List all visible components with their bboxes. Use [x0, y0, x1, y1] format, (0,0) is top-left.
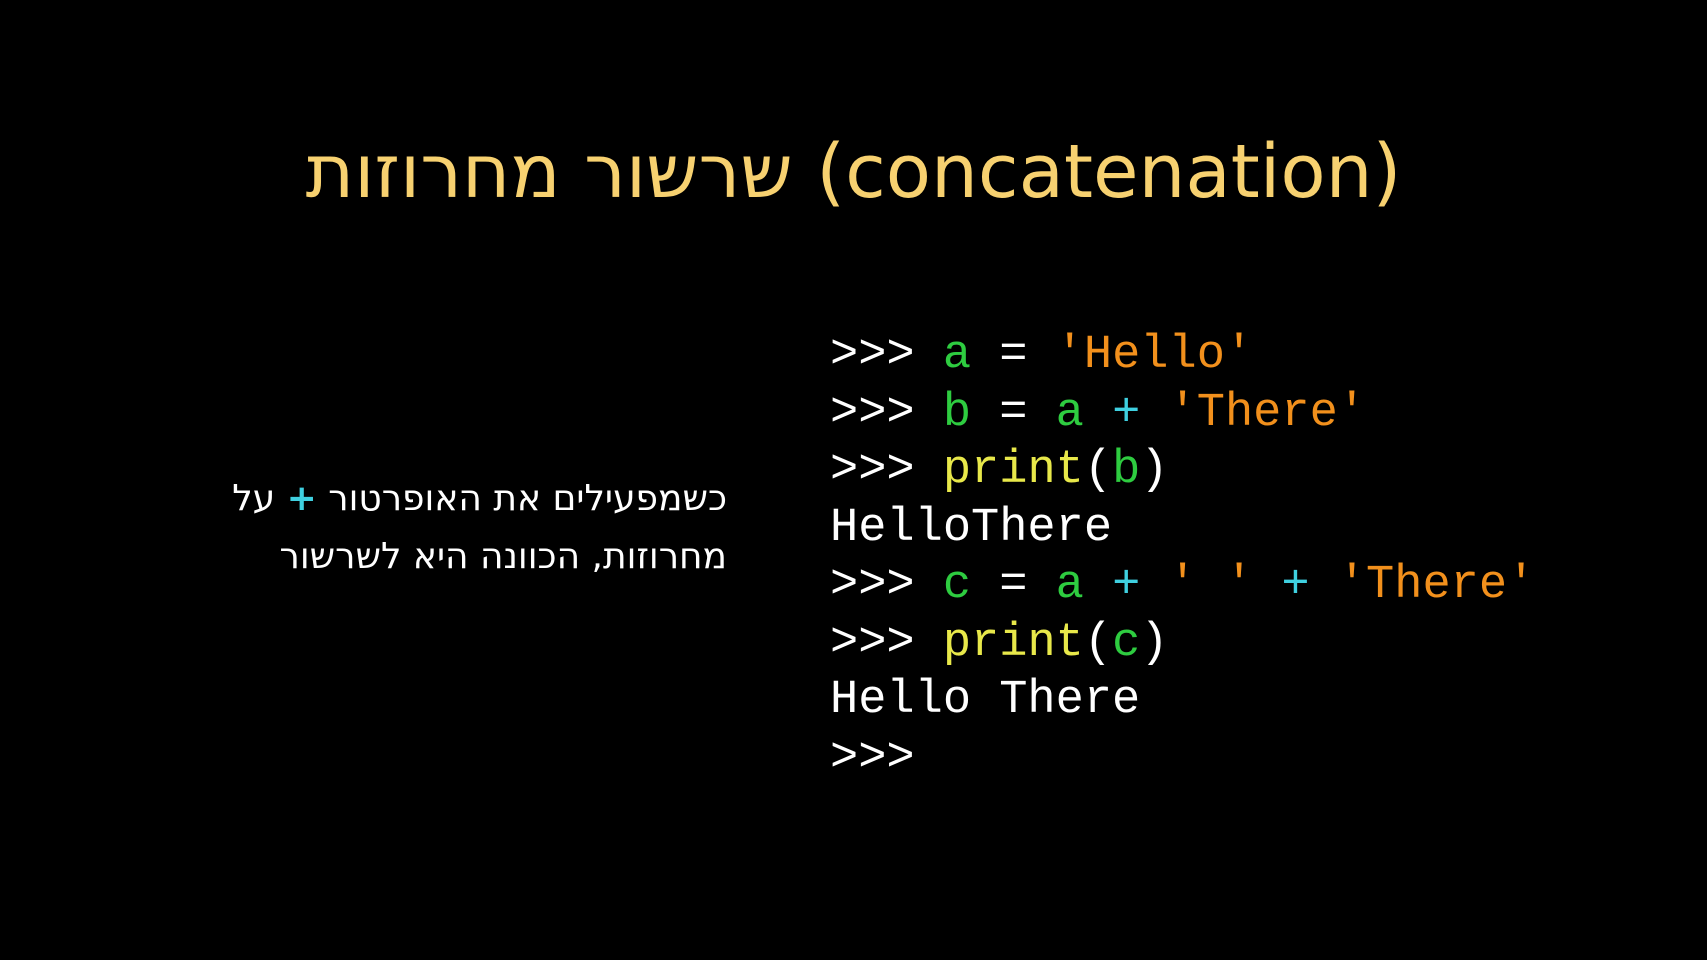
- code-token-string: 'Hello': [1055, 329, 1254, 382]
- code-line: >>> c = a + ' ' + 'There': [830, 557, 1535, 615]
- code-token-function: print: [942, 444, 1084, 497]
- description-line-1: כשמפעילים את האופרטור + על: [107, 470, 727, 528]
- code-token-prompt: ): [1140, 616, 1169, 670]
- code-token-output: HelloThere: [830, 501, 1113, 555]
- code-token-variable: c: [1112, 616, 1141, 670]
- code-token-prompt: >>>: [830, 731, 915, 785]
- slide-title: שרשור מחרוזות (concatenation): [305, 129, 1402, 215]
- description: כשמפעילים את האופרטור + על מחרוזות, הכוו…: [107, 470, 727, 586]
- code-token-string: ' ': [1168, 559, 1254, 612]
- description-text-before: כשמפעילים את האופרטור: [316, 478, 727, 519]
- code-token-operator: +: [1281, 559, 1310, 612]
- code-token-string: 'There': [1337, 559, 1536, 612]
- code-token-prompt: >>>: [830, 559, 943, 612]
- code-token-prompt: =: [971, 559, 1056, 612]
- code-token-variable: a: [942, 329, 972, 382]
- code-token-prompt: [1253, 559, 1281, 612]
- code-token-prompt: >>>: [830, 329, 943, 382]
- code-token-prompt: =: [971, 329, 1056, 382]
- code-token-prompt: [1140, 387, 1168, 440]
- code-token-prompt: ): [1140, 444, 1169, 497]
- code-line: >>> a = 'Hello': [830, 327, 1535, 385]
- code-line: >>> print(b): [830, 442, 1535, 500]
- code-token-prompt: >>>: [830, 616, 943, 670]
- code-token-prompt: [1084, 559, 1112, 612]
- description-line-2: מחרוזות, הכוונה היא לשרשור: [279, 536, 727, 577]
- code-token-variable: a: [1055, 559, 1084, 612]
- code-token-operator: +: [1112, 386, 1141, 440]
- code-token-prompt: [1140, 559, 1168, 612]
- code-token-prompt: [1310, 559, 1338, 612]
- code-token-prompt: (: [1083, 444, 1113, 497]
- description-text-after: על: [232, 478, 287, 519]
- code-line: Hello There: [830, 672, 1535, 730]
- code-line: HelloThere: [830, 500, 1535, 558]
- code-token-prompt: (: [1083, 616, 1113, 670]
- code-token-output: Hello There: [830, 674, 1141, 727]
- code-token-prompt: [1084, 387, 1112, 440]
- code-line: >>>: [830, 730, 1535, 788]
- code-token-prompt: >>>: [830, 444, 943, 497]
- code-token-variable: b: [942, 386, 972, 440]
- plus-operator-highlight: +: [286, 478, 317, 519]
- code-line: >>> print(c): [830, 615, 1535, 673]
- code-token-prompt: =: [971, 386, 1056, 440]
- code-token-function: print: [942, 616, 1084, 670]
- code-line: >>> b = a + 'There': [830, 385, 1535, 443]
- code-token-variable: b: [1112, 444, 1141, 497]
- code-token-operator: +: [1112, 559, 1141, 612]
- code-block: >>> a = 'Hello' >>> b = a + 'There' >>> pr…: [830, 327, 1535, 787]
- code-token-prompt: >>>: [830, 386, 943, 440]
- code-token-variable: c: [942, 559, 972, 612]
- code-token-variable: a: [1055, 386, 1084, 440]
- code-token-string: 'There': [1168, 386, 1366, 440]
